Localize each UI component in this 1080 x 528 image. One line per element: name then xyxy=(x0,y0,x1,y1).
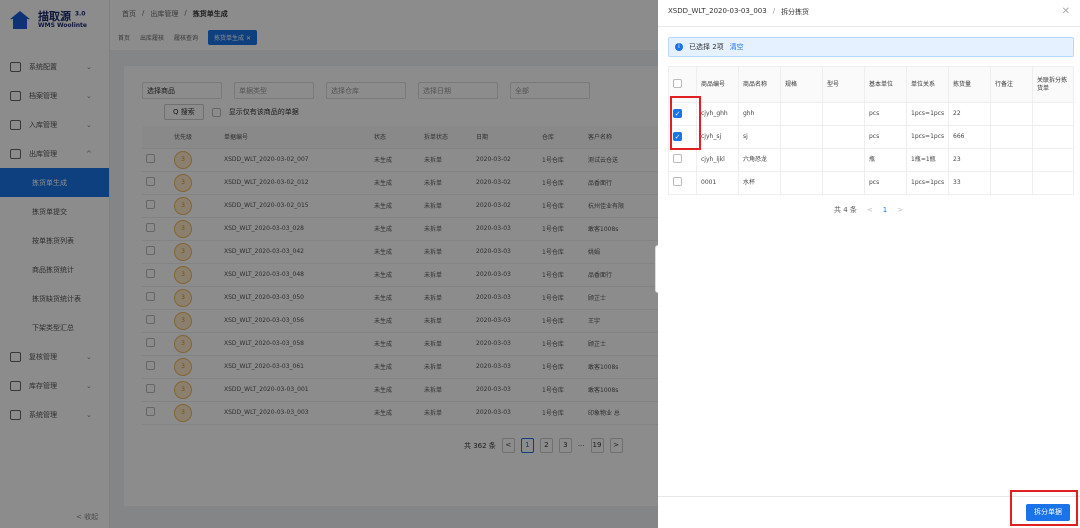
goods-cell-model xyxy=(822,171,865,195)
split-pick-drawer: XSDD_WLT_2020-03-03_003 / 拆分拣货 ✕ i 已选择 2… xyxy=(658,0,1080,528)
goods-cell-linked xyxy=(1032,125,1074,149)
goods-table: 商品编号 商品名称 规格 型号 基本单位 单位关系 拣货量 行备注 关联拆分拣货… xyxy=(668,66,1074,195)
drawer-pager-page-1[interactable]: 1 xyxy=(883,206,887,214)
goods-cell-name: 六角恐龙 xyxy=(738,148,781,172)
goods-cell-unit: pcs xyxy=(864,102,907,126)
goods-cell-linked xyxy=(1032,102,1074,126)
goods-row[interactable]: 0001 水杯 pcs 1pcs=1pcs 33 xyxy=(668,171,1074,195)
info-icon: i xyxy=(675,43,683,51)
col-spec: 规格 xyxy=(780,66,823,103)
goods-row[interactable]: ✓ cjyh_ghh ghh pcs 1pcs=1pcs 22 xyxy=(668,102,1074,126)
goods-cell-linked xyxy=(1032,148,1074,172)
goods-cell-rel: 1pcs=1pcs xyxy=(906,125,949,149)
goods-cell-spec xyxy=(780,148,823,172)
drawer-pager-prev[interactable]: < xyxy=(867,206,873,214)
col-model: 型号 xyxy=(822,66,865,103)
goods-row-checkbox[interactable] xyxy=(673,154,682,164)
goods-cell-model xyxy=(822,102,865,126)
close-icon[interactable]: ✕ xyxy=(1062,6,1070,17)
goods-cell-rel: 1pcs=1pcs xyxy=(906,102,949,126)
selected-count: 已选择 2项 xyxy=(689,43,724,51)
goods-cell-unit: pcs xyxy=(864,125,907,149)
col-unit-relation: 单位关系 xyxy=(906,66,949,103)
goods-cell-linked xyxy=(1032,171,1074,195)
goods-cell-spec xyxy=(780,102,823,126)
drawer-title: XSDD_WLT_2020-03-03_003 / 拆分拣货 xyxy=(668,7,810,16)
goods-cell-rel: 1瓶=1瓶 xyxy=(906,148,949,172)
clear-selection-link[interactable]: 清空 xyxy=(730,42,744,52)
goods-cell-note xyxy=(990,102,1033,126)
col-linked-split: 关联拆分拣货单 xyxy=(1032,66,1074,103)
goods-cell-model xyxy=(822,125,865,149)
goods-row[interactable]: ✓ cjyh_sj sj pcs 1pcs=1pcs 666 xyxy=(668,125,1074,149)
drawer-pager-next[interactable]: > xyxy=(897,206,903,214)
goods-cell-note xyxy=(990,171,1033,195)
selection-info: i 已选择 2项 清空 xyxy=(668,37,1074,57)
goods-cell-code: cjyh_ghh xyxy=(696,102,739,126)
highlight-box-split-button xyxy=(1010,490,1078,526)
goods-cell-unit: pcs xyxy=(864,171,907,195)
goods-cell-name: 水杯 xyxy=(738,171,781,195)
drawer-pager: 共 4 条 < 1 > xyxy=(834,205,903,215)
goods-cell-note xyxy=(990,125,1033,149)
goods-cell-qty: 33 xyxy=(948,171,991,195)
goods-cell-code: cjyh_ljkl xyxy=(696,148,739,172)
goods-cell-qty: 666 xyxy=(948,125,991,149)
goods-cell-unit: 瓶 xyxy=(864,148,907,172)
goods-cell-note xyxy=(990,148,1033,172)
goods-cell-rel: 1pcs=1pcs xyxy=(906,171,949,195)
goods-cell-code: cjyh_sj xyxy=(696,125,739,149)
goods-cell-spec xyxy=(780,171,823,195)
drawer-pager-total: 共 4 条 xyxy=(834,206,857,214)
col-base-unit: 基本单位 xyxy=(864,66,907,103)
select-all-checkbox[interactable] xyxy=(673,78,682,88)
goods-cell-code: 0001 xyxy=(696,171,739,195)
col-goods-code: 商品编号 xyxy=(696,66,739,103)
goods-cell-qty: 22 xyxy=(948,102,991,126)
goods-cell-model xyxy=(822,148,865,172)
goods-cell-name: ghh xyxy=(738,102,781,126)
col-goods-name: 商品名称 xyxy=(738,66,781,103)
goods-cell-spec xyxy=(780,125,823,149)
goods-cell-qty: 23 xyxy=(948,148,991,172)
modal-overlay[interactable] xyxy=(0,0,658,528)
highlight-box-checkboxes xyxy=(670,96,701,150)
goods-row-checkbox[interactable] xyxy=(673,177,682,187)
col-pick-qty: 拣货量 xyxy=(948,66,991,103)
goods-cell-name: sj xyxy=(738,125,781,149)
goods-row[interactable]: cjyh_ljkl 六角恐龙 瓶 1瓶=1瓶 23 xyxy=(668,148,1074,172)
drawer-doc-no: XSDD_WLT_2020-03-03_003 xyxy=(668,7,767,15)
col-row-note: 行备注 xyxy=(990,66,1033,103)
drawer-subtitle: 拆分拣货 xyxy=(781,8,810,16)
